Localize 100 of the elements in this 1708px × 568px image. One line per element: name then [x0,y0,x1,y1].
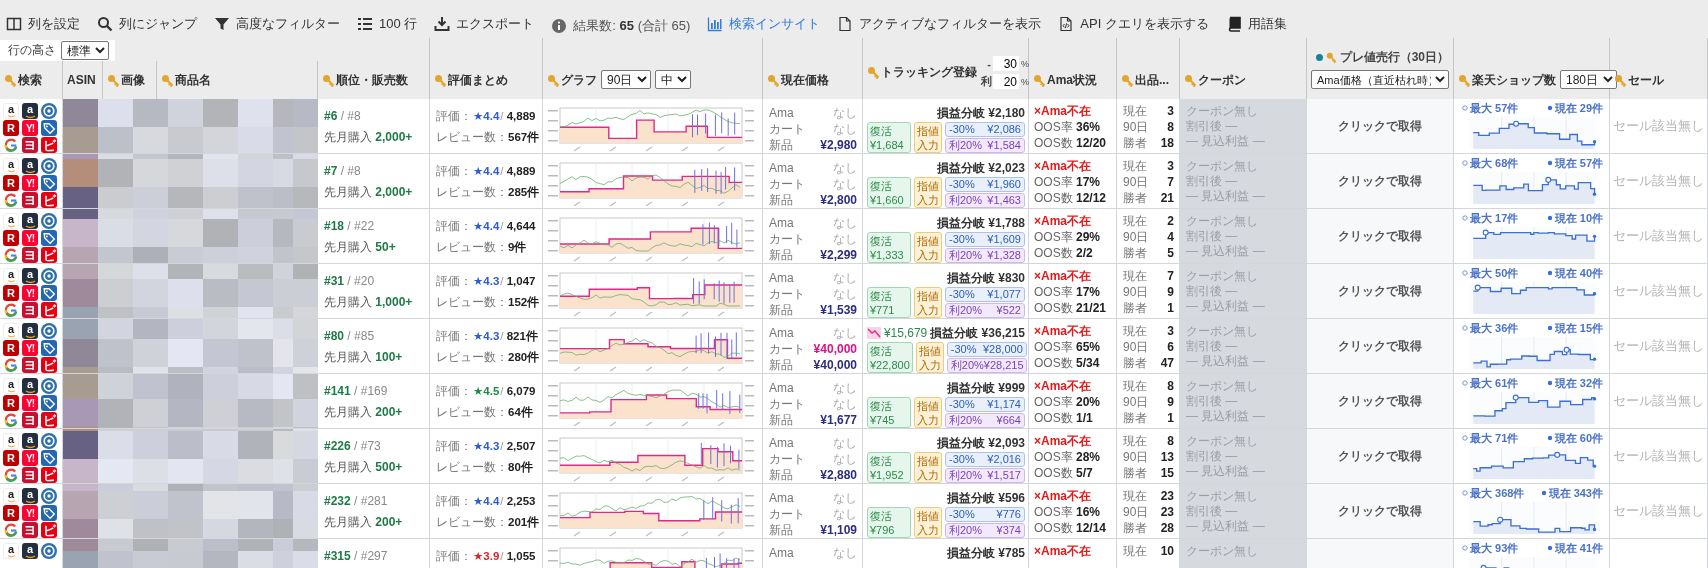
limit-price-button[interactable]: 指値 入力 [914,397,942,428]
shop-link[interactable]: R [3,450,19,466]
circle-logo-icon[interactable] [41,158,57,174]
limit-price-button[interactable]: 指値 入力 [914,507,942,538]
shop-link[interactable]: ヨ [22,522,38,538]
search-insight-link[interactable]: 検索インサイト [707,13,821,35]
smile-logo-link[interactable]: a [3,103,19,119]
show-filters-button[interactable]: アクティブなフィルターを表示 [837,13,1042,35]
shop-link[interactable]: ビ [41,247,57,263]
limit-price-button[interactable]: 指値 入力 [914,177,942,208]
column-header[interactable]: 出品... [1135,72,1169,89]
shop-link[interactable]: R [3,285,19,301]
circle-logo-icon[interactable] [41,103,57,119]
smile-logo-link[interactable]: a [3,378,19,394]
api-query-button[interactable]: API クエリを表示する [1058,13,1209,35]
threshold-field[interactable]: 30 [993,56,1019,71]
shop-link[interactable]: R [3,120,19,136]
shop-link[interactable]: ビ [41,412,57,428]
circle-logo-icon[interactable] [41,488,57,504]
circle-logo-icon[interactable] [41,213,57,229]
column-header[interactable]: 画像 [121,71,145,89]
smile-logo-link[interactable]: a [22,433,38,449]
ring-logo-icon[interactable] [3,247,19,263]
shop-link[interactable]: ヨ [22,302,38,318]
column-header[interactable]: トラッキング登録 [881,64,977,81]
shop-link[interactable]: Y! [22,285,38,301]
shop-link[interactable]: R [3,175,19,191]
smile-logo-link[interactable]: a [22,488,38,504]
column-header[interactable]: ASIN [67,73,96,87]
row-count-button[interactable]: 100 行 [357,13,418,35]
tag-icon[interactable] [41,450,57,466]
tag-icon[interactable] [41,395,57,411]
glossary-button[interactable]: 用語集 [1225,13,1287,35]
shop-link[interactable]: Y! [22,340,38,356]
shop-link[interactable]: ヨ [22,412,38,428]
column-header[interactable]: 現在価格 [781,72,829,89]
shop-link[interactable]: ビ [41,467,57,483]
column-header[interactable]: セール [1628,72,1664,89]
column-header[interactable]: グラフ [561,72,597,89]
advanced-filter-button[interactable]: 高度なフィルター [214,13,340,35]
column-header[interactable]: Ama状況 [1047,72,1097,89]
revive-button[interactable]: 復活 ¥1,333 [867,232,911,263]
period-select[interactable]: 90日 [601,70,651,89]
smile-logo-link[interactable]: a [22,103,38,119]
tag-icon[interactable] [41,230,57,246]
shop-link[interactable]: R [3,395,19,411]
smile-logo-link[interactable]: a [3,433,19,449]
revive-button[interactable]: 復活 ¥796 [867,507,911,538]
column-header[interactable]: 楽天ショップ数 [1472,72,1556,89]
shop-link[interactable]: ヨ [22,247,38,263]
tag-icon[interactable] [41,285,57,301]
limit-price-button[interactable]: 指値 入力 [914,122,942,153]
column-header[interactable]: 評価まとめ [448,72,508,89]
shop-link[interactable]: Y! [22,395,38,411]
shop-link[interactable]: Y! [22,120,38,136]
shop-link[interactable]: ヨ [22,137,38,153]
revive-button[interactable]: 復活 ¥22,800 [867,342,913,373]
smile-logo-link[interactable]: a [22,268,38,284]
row-height-select[interactable]: 標準 [61,41,109,60]
circle-logo-icon[interactable] [41,433,57,449]
limit-price-button[interactable]: 指値 入力 [914,287,942,318]
smile-logo-link[interactable]: a [22,378,38,394]
circle-logo-icon[interactable] [41,323,57,339]
ring-logo-icon[interactable] [3,467,19,483]
revive-button[interactable]: 復活 ¥771 [867,287,911,318]
ring-logo-icon[interactable] [3,522,19,538]
shop-link[interactable]: Y! [22,230,38,246]
tag-icon[interactable] [41,175,57,191]
ring-logo-icon[interactable] [3,357,19,373]
limit-price-button[interactable]: 指値 入力 [915,342,944,373]
smile-logo-link[interactable]: a [3,323,19,339]
shop-link[interactable]: R [3,340,19,356]
circle-logo-icon[interactable] [41,268,57,284]
limit-price-button[interactable]: 指値 入力 [914,452,942,483]
jump-to-column-button[interactable]: 列にジャンプ [97,13,197,35]
smile-logo-link[interactable]: a [3,268,19,284]
circle-logo-icon[interactable] [41,378,57,394]
revive-button[interactable]: 復活 ¥1,660 [867,177,911,208]
column-header[interactable]: 商品名 [175,71,211,89]
period-select[interactable]: 中 [655,70,691,89]
shop-link[interactable]: Y! [22,505,38,521]
tag-icon[interactable] [41,505,57,521]
smile-logo-link[interactable]: a [22,543,38,559]
ring-logo-icon[interactable] [3,412,19,428]
shop-link[interactable]: Y! [22,450,38,466]
shop-link[interactable]: ビ [41,137,57,153]
column-header[interactable]: 順位・販売数 [336,72,408,89]
tag-icon[interactable] [41,120,57,136]
shop-link[interactable]: ビ [41,192,57,208]
smile-logo-link[interactable]: a [3,543,19,559]
period-select[interactable]: 180日 [1560,70,1617,89]
circle-logo-icon[interactable] [41,543,57,559]
shop-link[interactable]: Y! [22,175,38,191]
smile-logo-link[interactable]: a [22,323,38,339]
shop-link[interactable]: ヨ [22,357,38,373]
shop-link[interactable]: ビ [41,357,57,373]
ring-logo-icon[interactable] [3,137,19,153]
column-header[interactable]: 検索 [18,71,42,89]
smile-logo-link[interactable]: a [22,213,38,229]
column-header[interactable]: クーポン [1198,72,1246,89]
